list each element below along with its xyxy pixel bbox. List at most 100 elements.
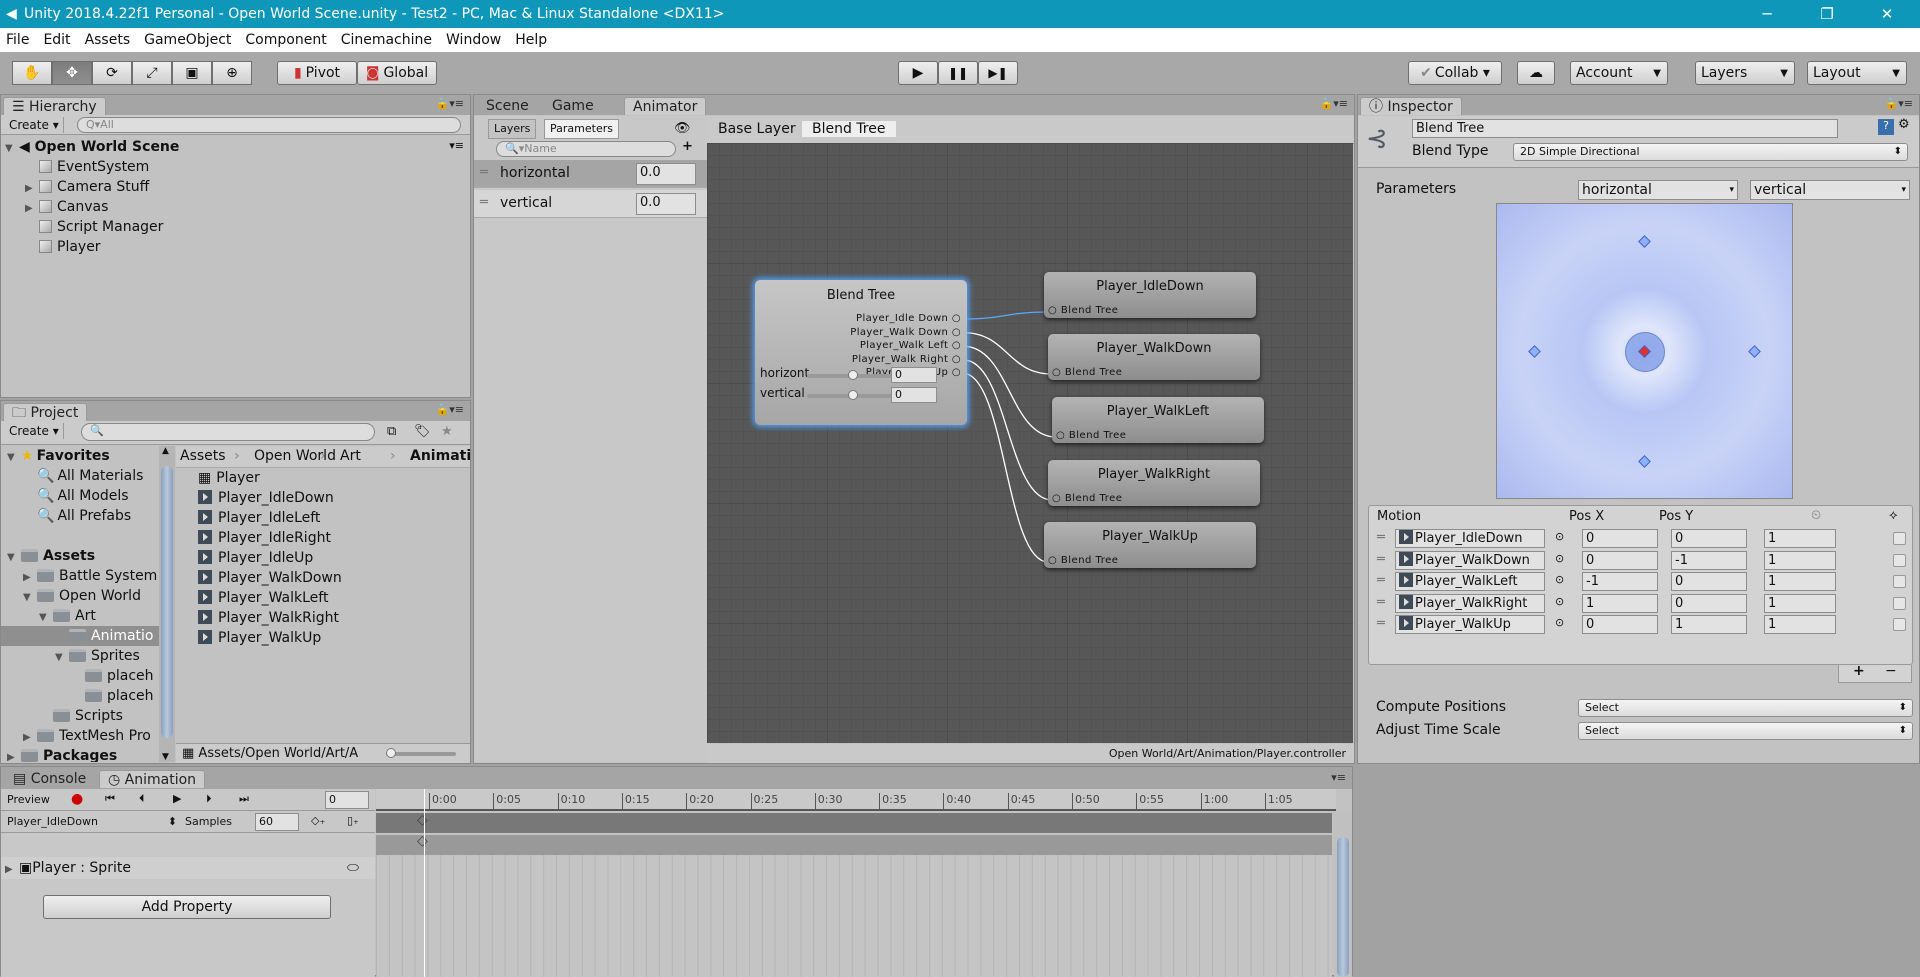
hierarchy-item[interactable]: ▶ Camera Stuff — [25, 177, 149, 197]
pause-button[interactable]: ❚❚ — [938, 61, 978, 85]
tree-item[interactable]: 🔍 All Materials — [23, 466, 143, 486]
tab-layers[interactable]: Layers — [488, 119, 537, 139]
input-port[interactable]: ○ Blend Tree — [1048, 555, 1118, 566]
next-key-button[interactable]: ⏵ — [206, 792, 212, 806]
play-anim-button[interactable]: ▶ — [173, 792, 181, 805]
menu-window[interactable]: Window — [446, 32, 501, 48]
tree-item[interactable]: ▼ Sprites — [55, 646, 140, 666]
property-options-icon[interactable]: ⬭ — [347, 857, 359, 879]
step-button[interactable]: ▶❚ — [978, 61, 1018, 85]
clip-dropdown[interactable]: Player_IdleDown ⬍ — [7, 815, 177, 828]
mirror-checkbox[interactable] — [1893, 618, 1906, 631]
help-icon[interactable]: ? — [1878, 119, 1894, 135]
input-port[interactable]: ○ Blend Tree — [1052, 493, 1122, 504]
motion-field[interactable]: Player_WalkLeft — [1395, 572, 1545, 591]
hierarchy-item[interactable]: Script Manager — [25, 217, 163, 237]
motion-x-field[interactable]: 0 — [1582, 615, 1658, 634]
mirror-checkbox[interactable] — [1893, 553, 1906, 567]
param-y-dropdown[interactable]: vertical ▾ — [1750, 180, 1910, 200]
add-property-button[interactable]: Add Property — [43, 895, 331, 919]
add-event-icon[interactable]: ▯₊ — [347, 814, 359, 827]
input-port[interactable]: ○ Blend Tree — [1056, 430, 1126, 441]
motion-x-field[interactable]: 1 — [1582, 593, 1658, 613]
object-picker-icon[interactable]: ⊙ — [1555, 552, 1564, 565]
asset-item[interactable]: ▦ Player — [198, 468, 260, 488]
tree-item[interactable]: ▼ Assets — [7, 546, 95, 566]
frame-field[interactable]: 0 — [325, 791, 369, 809]
motion-node[interactable]: Player_WalkLeft ○ Blend Tree — [1052, 397, 1264, 443]
pivot-toggle[interactable]: ▮ Pivot — [277, 61, 357, 85]
slider-value-field[interactable]: 0 — [891, 387, 937, 403]
drag-handle-icon[interactable]: ═ — [1377, 573, 1385, 588]
property-row[interactable]: ▶ ▣Player : Sprite ⬭ — [1, 857, 375, 879]
object-picker-icon[interactable]: ⊙ — [1555, 595, 1564, 608]
rotate-tool-button[interactable]: ⟳ — [92, 61, 132, 85]
asset-item[interactable]: Player_WalkLeft — [198, 588, 328, 608]
dopesheet[interactable] — [376, 855, 1332, 977]
account-dropdown[interactable]: Account ▼ — [1570, 61, 1668, 85]
tree-item[interactable]: Scripts — [39, 706, 123, 726]
motion-node[interactable]: Player_IdleDown ○ Blend Tree — [1044, 272, 1256, 318]
blend-tree-node[interactable]: Blend Tree Player_Idle Down ○ Player_Walk… — [755, 280, 967, 425]
input-port[interactable]: ○ Blend Tree — [1052, 367, 1122, 378]
tab-inspector[interactable]: ⓘ Inspector — [1360, 97, 1462, 115]
asset-item[interactable]: Player_IdleDown — [198, 488, 334, 508]
menu-edit[interactable]: Edit — [43, 32, 70, 48]
add-keyframe-icon[interactable]: ◇₊ — [311, 814, 325, 827]
parameter-search-input[interactable]: 🔍▾Name — [496, 141, 676, 157]
motion-speed-field[interactable]: 1 — [1764, 572, 1836, 591]
project-search-input[interactable]: 🔍 — [81, 423, 375, 441]
playhead[interactable] — [424, 789, 425, 977]
add-parameter-button[interactable]: + — [682, 139, 693, 154]
motion-node[interactable]: Player_WalkDown ○ Blend Tree — [1048, 334, 1260, 380]
param-x-dropdown[interactable]: horizontal ▾ — [1578, 180, 1738, 200]
hierarchy-item[interactable]: EventSystem — [25, 157, 149, 177]
hierarchy-item[interactable]: ▶ Canvas — [25, 197, 108, 217]
hierarchy-create-button[interactable]: Create ▾ — [5, 117, 64, 133]
tab-game[interactable]: Game — [544, 97, 602, 115]
motion-y-field[interactable]: 0 — [1671, 593, 1747, 613]
menu-assets[interactable]: Assets — [85, 32, 131, 48]
compute-positions-dropdown[interactable]: Select — [1578, 699, 1913, 717]
slider-knob[interactable] — [848, 370, 858, 380]
object-picker-icon[interactable]: ⊙ — [1555, 616, 1564, 629]
motion-node[interactable]: Player_WalkRight ○ Blend Tree — [1048, 460, 1260, 506]
motion-field[interactable]: Player_WalkUp — [1395, 615, 1545, 634]
expand-arrow-icon[interactable]: ▶ — [25, 179, 39, 199]
cloud-button[interactable]: ☁ — [1517, 61, 1555, 85]
tree-item[interactable]: placeh — [71, 666, 154, 686]
lock-menu-icon[interactable]: 🔒▾≡ — [436, 403, 464, 416]
motion-node[interactable]: Player_WalkUp ○ Blend Tree — [1044, 522, 1256, 568]
motion-speed-field[interactable]: 1 — [1764, 615, 1836, 634]
tree-item[interactable]: Animatio — [1, 626, 159, 646]
parameter-value-field[interactable]: 0.0 — [636, 193, 696, 215]
first-key-button[interactable]: ⏮ — [105, 792, 115, 806]
expand-arrow-icon[interactable]: ▶ — [25, 199, 39, 219]
motion-x-field[interactable]: 0 — [1582, 550, 1658, 570]
parameter-value-field[interactable]: 0.0 — [636, 163, 696, 185]
motion-speed-field[interactable]: 1 — [1764, 593, 1836, 613]
mirror-checkbox[interactable] — [1893, 596, 1906, 610]
tree-item[interactable]: ▼ ★ Favorites — [7, 446, 110, 466]
expand-arrow-icon[interactable]: ▼ — [55, 648, 69, 668]
output-port[interactable]: Player_Idle Down ○ — [856, 313, 961, 324]
drag-handle-icon[interactable]: ═ — [480, 195, 488, 210]
tab-project[interactable]: 🗀 Project — [3, 403, 88, 421]
expand-arrow-icon[interactable]: ▶ — [23, 728, 37, 748]
move-tool-button[interactable]: ✥ — [52, 61, 92, 85]
breadcrumb-item[interactable]: Assets — [180, 446, 226, 466]
samples-field[interactable]: 60 — [255, 813, 299, 831]
motion-y-field[interactable]: 1 — [1671, 615, 1747, 634]
motion-field[interactable]: Player_WalkDown — [1395, 550, 1545, 570]
global-toggle[interactable]: ◙ Global — [357, 61, 437, 85]
gear-icon[interactable]: ⚙ — [1898, 117, 1910, 132]
blend-space-preview[interactable] — [1496, 203, 1793, 499]
last-key-button[interactable]: ⏭ — [239, 792, 249, 806]
motion-speed-field[interactable]: 1 — [1764, 550, 1836, 570]
record-button[interactable]: ● — [71, 791, 83, 807]
drag-handle-icon[interactable]: ═ — [1377, 530, 1385, 545]
lock-menu-icon[interactable]: 🔒▾≡ — [1320, 97, 1348, 110]
tab-hierarchy[interactable]: ☰ Hierarchy — [3, 97, 106, 115]
add-motion-button[interactable]: + — [1853, 663, 1865, 679]
slider-knob[interactable] — [848, 390, 858, 400]
